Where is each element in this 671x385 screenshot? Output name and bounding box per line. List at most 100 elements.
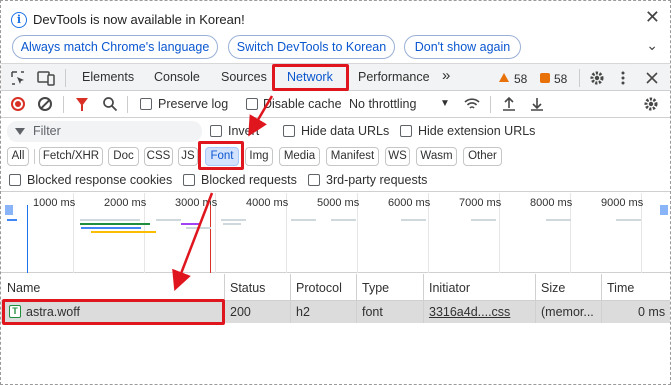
network-settings-gear-icon[interactable] <box>643 96 659 112</box>
chip-doc[interactable]: Doc <box>108 147 139 166</box>
chevron-down-icon[interactable]: ▼ <box>440 98 450 109</box>
filter-row: Filter Invert Hide data URLs Hide extens… <box>1 118 670 145</box>
clear-icon[interactable] <box>38 97 52 111</box>
export-har-icon[interactable] <box>529 96 545 112</box>
overview-tick-label: 8000 ms <box>530 197 573 209</box>
close-icon[interactable]: ✕ <box>645 7 660 28</box>
request-bar <box>221 219 246 221</box>
filter-icon <box>15 128 25 135</box>
record-icon[interactable] <box>11 97 25 111</box>
chip-js[interactable]: JS <box>178 147 198 166</box>
more-tabs-icon[interactable]: » <box>442 67 450 84</box>
inspect-element-icon[interactable] <box>10 70 26 86</box>
chip-ws[interactable]: WS <box>385 147 410 166</box>
disable-cache-checkbox[interactable] <box>246 98 258 110</box>
network-overview-timeline[interactable]: 1000 ms 2000 ms 3000 ms 4000 ms 5000 ms … <box>1 193 670 273</box>
filter-input[interactable]: Filter <box>7 121 202 142</box>
dom-content-loaded-line <box>27 205 28 273</box>
hide-data-urls-checkbox[interactable] <box>283 125 295 137</box>
column-header-size[interactable]: Size <box>541 281 565 295</box>
import-har-icon[interactable] <box>501 96 517 112</box>
column-divider <box>535 274 536 323</box>
font-chip-highlight <box>198 141 244 170</box>
tab-console[interactable]: Console <box>154 70 200 84</box>
match-chrome-language-button[interactable]: Always match Chrome's language <box>12 35 218 59</box>
network-conditions-icon[interactable] <box>463 96 481 112</box>
request-bar <box>7 219 17 221</box>
device-toolbar-icon[interactable] <box>37 70 55 86</box>
tab-sources[interactable]: Sources <box>221 70 267 84</box>
chip-css[interactable]: CSS <box>144 147 173 166</box>
chip-manifest[interactable]: Manifest <box>326 147 379 166</box>
blocked-cookies-label: Blocked response cookies <box>27 173 173 187</box>
blocked-cookies-checkbox[interactable] <box>9 174 21 186</box>
column-divider <box>290 274 291 323</box>
warning-count[interactable]: 58 <box>514 72 527 86</box>
column-header-time[interactable]: Time <box>607 281 634 295</box>
astra-woff-row-highlight <box>2 299 225 325</box>
column-divider <box>601 274 602 323</box>
column-header-type[interactable]: Type <box>362 281 389 295</box>
overview-tick-label: 7000 ms <box>459 197 502 209</box>
overview-tick-label: 2000 ms <box>104 197 147 209</box>
resource-type-filters: All Fetch/XHR Doc CSS JS Font Img Media … <box>1 145 670 169</box>
third-party-checkbox[interactable] <box>308 174 320 186</box>
chip-wasm[interactable]: Wasm <box>416 147 457 166</box>
tab-elements[interactable]: Elements <box>82 70 134 84</box>
dont-show-again-button[interactable]: Don't show again <box>404 35 521 59</box>
overview-tick-label: 4000 ms <box>246 197 289 209</box>
disable-cache-label: Disable cache <box>263 97 342 111</box>
toolbar-divider <box>127 96 128 113</box>
toolbar-divider <box>490 96 491 113</box>
invert-checkbox[interactable] <box>210 125 222 137</box>
tab-performance[interactable]: Performance <box>358 70 430 84</box>
request-protocol: h2 <box>296 305 310 319</box>
request-bar <box>181 223 201 225</box>
request-initiator-link[interactable]: 3316a4d....css <box>429 305 510 319</box>
kebab-menu-icon[interactable] <box>620 70 626 86</box>
request-size: (memor... <box>541 305 594 319</box>
chip-other[interactable]: Other <box>463 147 502 166</box>
infobar-message: DevTools is now available in Korean! <box>33 12 245 27</box>
blocked-requests-label: Blocked requests <box>201 173 297 187</box>
filter-placeholder: Filter <box>33 124 61 138</box>
column-header-initiator[interactable]: Initiator <box>429 281 470 295</box>
chip-img[interactable]: Img <box>245 147 273 166</box>
request-bar <box>223 223 241 225</box>
blocked-filters-row: Blocked response cookies Blocked request… <box>1 169 670 192</box>
search-icon[interactable] <box>102 96 118 112</box>
column-header-protocol[interactable]: Protocol <box>296 281 342 295</box>
language-infobar: i DevTools is now available in Korean! ✕… <box>1 1 670 63</box>
hide-data-urls-label: Hide data URLs <box>301 124 390 138</box>
filter-funnel-icon[interactable] <box>76 98 88 111</box>
request-bar <box>616 219 641 221</box>
overview-tick-label: 6000 ms <box>388 197 431 209</box>
request-bar <box>546 219 571 221</box>
overview-handle-left[interactable] <box>5 205 13 215</box>
throttling-select[interactable]: No throttling <box>349 97 416 111</box>
preserve-log-label: Preserve log <box>158 97 229 111</box>
preserve-log-checkbox[interactable] <box>140 98 152 110</box>
chip-all[interactable]: All <box>7 147 29 166</box>
request-bar <box>186 227 211 229</box>
switch-to-korean-button[interactable]: Switch DevTools to Korean <box>228 35 395 59</box>
invert-label: Invert <box>228 124 260 138</box>
request-bar <box>331 219 356 221</box>
chevron-down-icon[interactable]: ⌄ <box>646 37 658 54</box>
request-time: 0 ms <box>638 305 666 319</box>
overview-handle-right[interactable] <box>660 205 668 215</box>
gear-icon[interactable] <box>589 70 605 86</box>
overview-tick-label: 5000 ms <box>317 197 360 209</box>
network-tab-highlight <box>272 64 349 91</box>
close-devtools-icon[interactable] <box>645 71 659 85</box>
blocked-requests-checkbox[interactable] <box>183 174 195 186</box>
column-header-name[interactable]: Name <box>7 281 40 295</box>
chip-fetch-xhr[interactable]: Fetch/XHR <box>39 147 103 166</box>
network-toolbar: Preserve log Disable cache No throttling… <box>1 91 670 118</box>
hide-extension-urls-checkbox[interactable] <box>400 125 412 137</box>
chip-media[interactable]: Media <box>279 147 320 166</box>
column-header-status[interactable]: Status <box>230 281 265 295</box>
requests-table-header: Name Status Protocol Type Initiator Size… <box>1 274 670 301</box>
issue-count[interactable]: 58 <box>554 72 567 86</box>
request-status: 200 <box>230 305 251 319</box>
